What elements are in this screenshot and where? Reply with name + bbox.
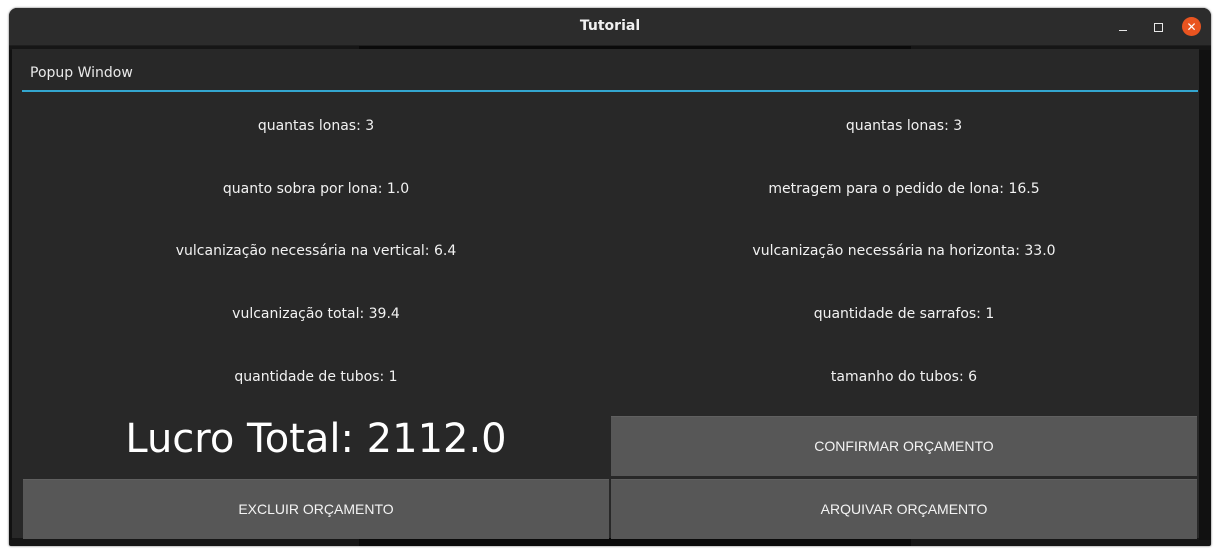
popup-window: Popup Window quantas lonas: 3 quantas lo… (12, 49, 1199, 539)
info-label: quantas lonas: 3 (845, 118, 963, 134)
window-title: Tutorial (579, 18, 641, 34)
info-label: quantidade de sarrafos: 1 (813, 306, 995, 322)
info-label: quantidade de tubos: 1 (234, 369, 398, 385)
popup-title-separator (22, 90, 1198, 92)
info-label: quantas lonas: 3 (257, 118, 375, 134)
minimize-icon (1119, 29, 1127, 31)
background-window-edge (359, 538, 911, 546)
title-bar[interactable]: Tutorial ✕ (9, 8, 1211, 46)
info-label: quanto sobra por lona: 1.0 (222, 181, 410, 197)
info-label: metragem para o pedido de lona: 16.5 (768, 181, 1040, 197)
popup-title: Popup Window (30, 65, 133, 81)
arquivar-orcamento-button[interactable]: ARQUIVAR ORÇAMENTO (611, 479, 1197, 539)
info-label: vulcanização necessária na horizonta: 33… (752, 243, 1056, 259)
maximize-button[interactable] (1148, 17, 1168, 37)
close-button[interactable]: ✕ (1182, 17, 1201, 36)
lucro-total-label: Lucro Total: 2112.0 (125, 416, 507, 462)
maximize-icon (1153, 22, 1163, 32)
info-label: vulcanização necessária na vertical: 6.4 (175, 243, 457, 259)
background-window-edge (1199, 50, 1211, 540)
confirmar-orcamento-button[interactable]: CONFIRMAR ORÇAMENTO (611, 416, 1197, 476)
info-label: vulcanização total: 39.4 (232, 306, 400, 322)
close-icon: ✕ (1186, 19, 1197, 34)
app-window: Tutorial ✕ Popup Window quantas lonas: 3… (9, 8, 1211, 546)
info-label: tamanho do tubos: 6 (830, 369, 978, 385)
excluir-orcamento-button[interactable]: EXCLUIR ORÇAMENTO (23, 479, 609, 539)
minimize-button[interactable] (1113, 17, 1133, 37)
